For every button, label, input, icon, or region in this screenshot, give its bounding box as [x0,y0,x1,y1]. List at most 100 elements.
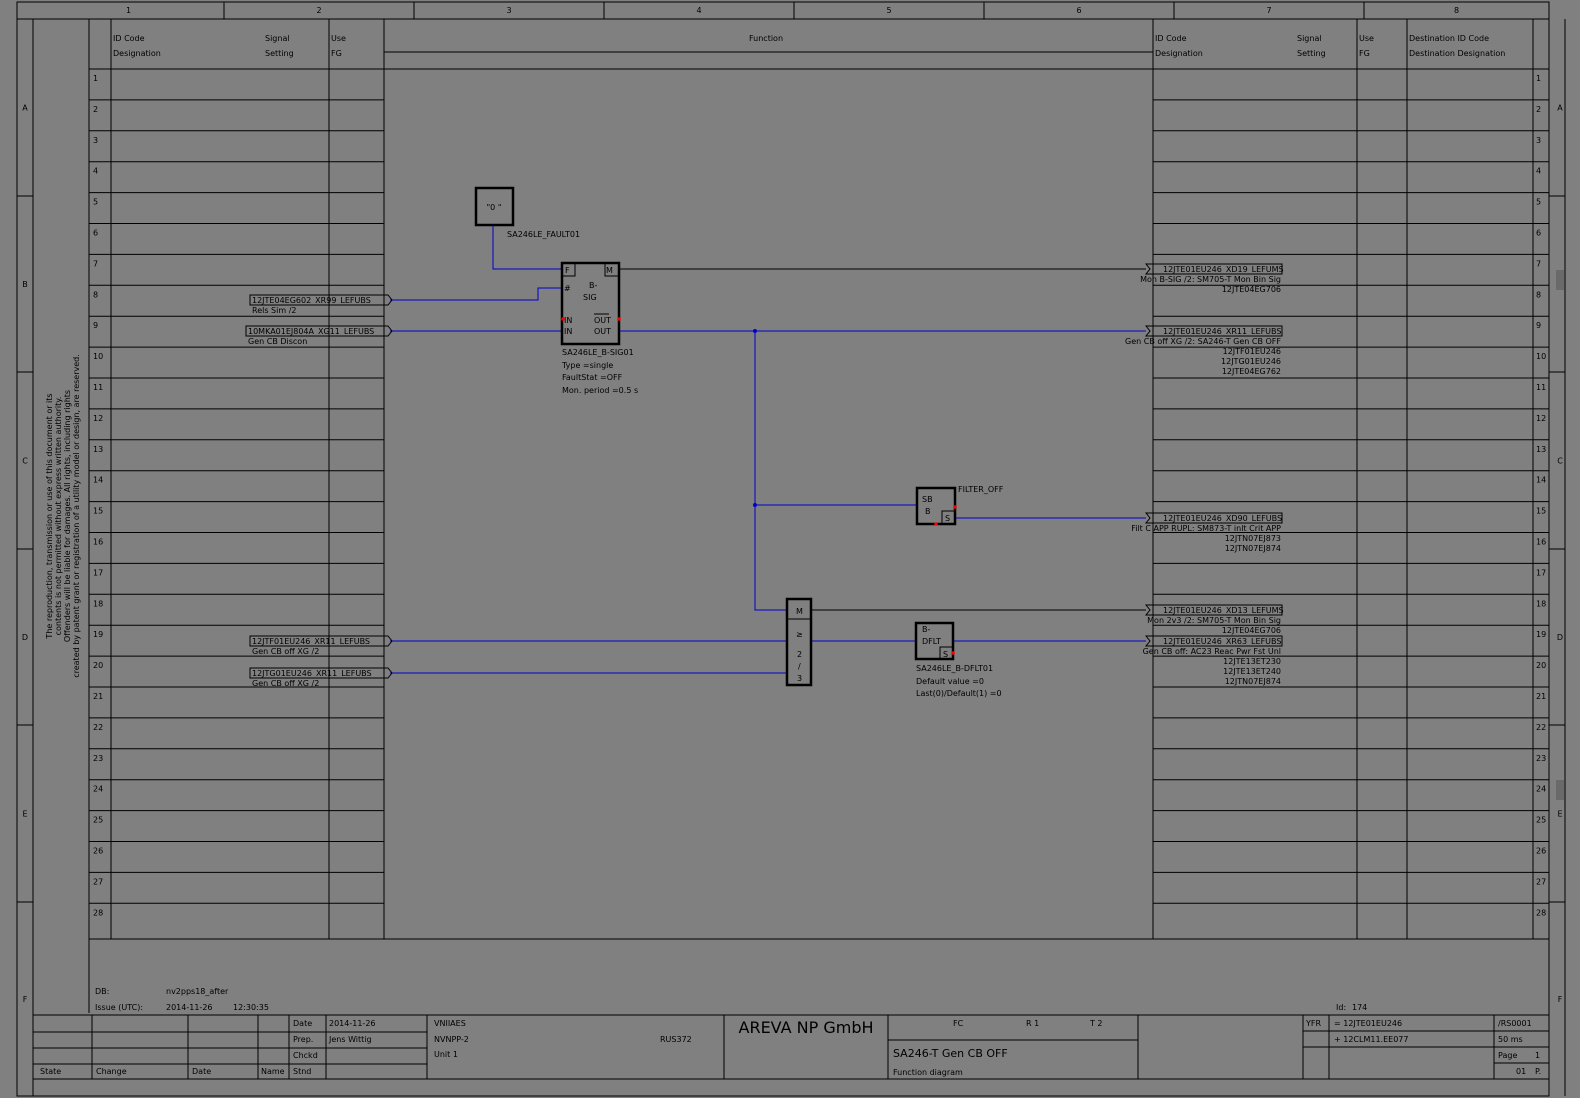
unit-name: Unit 1 [434,1050,458,1059]
db-value: nv2pps18_after [166,987,229,996]
row-number: 4 [93,167,98,176]
row-number: 25 [1536,816,1546,825]
row-number: 22 [93,723,103,732]
row-number: 3 [1536,136,1541,145]
row-number: 18 [1536,599,1546,608]
change-date-label: Date [192,1067,211,1076]
input-description: Rels Sim /2 [252,306,296,315]
destination-id-header: Destination ID Code [1409,34,1489,43]
row-number: 26 [93,847,103,856]
row-number: 6 [1536,229,1541,238]
row-marker: D [22,633,28,642]
right-fg-header: FG [1359,49,1370,58]
bsig-pin-in: IN [564,316,572,325]
row-number: 3 [93,136,98,145]
org-name: VNIIAES [434,1019,466,1028]
input-description: Gen CB Discon [248,337,307,346]
column-marker: 6 [1076,6,1081,15]
issue-date: 2014-11-26 [166,1003,213,1012]
bsig-pin-hash: # [564,284,571,293]
row-marker: D [1557,633,1563,642]
rs-code: /RS0001 [1498,1019,1532,1028]
output-destination: 12JTF01EU246 [1223,347,1281,356]
bsig-title-2: SIG [583,293,597,302]
row-number: 28 [93,908,103,917]
id-value: 174 [1352,1003,1367,1012]
input-tag: 10MKA01EJ804A_XG11_LEFUBS [248,327,374,336]
dflt-pin-s: S [943,650,948,659]
row-number: 20 [1536,661,1546,670]
row-number: 13 [93,445,103,454]
change-label: Change [96,1067,127,1076]
right-setting-header: Setting [1297,49,1326,58]
row-number: 24 [93,785,103,794]
function-diagram-sheet: 12345678 AABBCCDDEEFF The reproduction, … [0,0,1580,1098]
copyright-note: The reproduction, transmission or use of… [45,354,81,678]
voter-count: 2 [797,650,802,659]
input-tag: 12JTF01EU246_XR11_LEFUBS [252,637,370,646]
column-marker: 7 [1266,6,1271,15]
row-number: 8 [93,290,98,299]
row-number: 26 [1536,847,1546,856]
dflt-title-2: DFLT [922,637,941,646]
bsig-param: Mon. period =0.5 s [562,386,638,395]
right-signal-header: Signal [1297,34,1322,43]
row-number: 5 [1536,198,1541,207]
output-destination: 12JTE04EG706 [1222,285,1281,294]
row-number: 16 [1536,538,1546,547]
column-marker: 5 [886,6,891,15]
output-tag: 12JTE01EU246_XD19_LEFUMS [1163,265,1284,274]
db-label: DB: [95,987,109,996]
copyright-line-1: The reproduction, transmission or use of… [45,393,54,639]
row-number: 19 [1536,630,1546,639]
dflt-block-name: SA246LE_B-DFLT01 [916,664,993,673]
output-destination: 12JTE13ET230 [1223,657,1281,666]
output-destination: 12JTE04EG762 [1222,367,1281,376]
company-name: AREVA NP GmbH [739,1018,874,1037]
copyright-line-2: contents is not permitted without expres… [54,397,63,636]
output-destination: 12JTG01EU246 [1221,357,1281,366]
prep-value: Jens Wittig [328,1035,372,1044]
output-description: Mon B-SIG /2: SM705-T Mon Bin Sig [1140,275,1281,284]
row-marker: C [1557,457,1563,466]
row-number: 23 [1536,754,1546,763]
bsig-pin-in: IN [564,327,572,336]
sbb-title: SB [922,495,933,504]
left-fg-header: FG [331,49,342,58]
output-destination: 12JTN07EJ873 [1225,534,1281,543]
sbb-title-2: B [925,507,931,516]
row-number: 6 [93,229,98,238]
issue-label: Issue (UTC): [95,1003,143,1012]
id-label: Id: [1336,1003,1346,1012]
page-label: Page [1498,1051,1517,1060]
copyright-line-4: created by patent grant or registration … [72,354,81,678]
row-number: 20 [93,661,103,670]
row-number: 18 [93,599,103,608]
row-number: 17 [1536,568,1546,577]
row-number: 14 [1536,476,1546,485]
yfr-value: = 12JTE01EU246 [1334,1019,1402,1028]
column-marker: 8 [1454,6,1459,15]
column-marker: 4 [696,6,701,15]
voter-symbol: ≥ [796,630,803,639]
row-marker: E [1557,810,1562,819]
function-header: Function [749,34,783,43]
column-marker: 3 [506,6,511,15]
row-number: 12 [1536,414,1546,423]
row-number: 14 [93,476,103,485]
row-number: 21 [93,692,103,701]
row-number: 9 [93,321,98,330]
right-designation-header: Designation [1155,49,1203,58]
row-number: 12 [93,414,103,423]
row-number: 8 [1536,290,1541,299]
bsig-block-name: SA246LE_B-SIG01 [562,348,634,357]
date-value: 2014-11-26 [329,1019,376,1028]
row-number: 24 [1536,785,1546,794]
row-number: 7 [1536,259,1541,268]
output-tag: 12JTE01EU246_XR11_LEFUBS [1163,327,1281,336]
row-number: 15 [1536,507,1546,516]
left-designation-header: Designation [113,49,161,58]
output-destination: 12JTN07EJ874 [1225,677,1281,686]
cycle-time: 50 ms [1498,1035,1523,1044]
left-id-code-header: ID Code [113,34,145,43]
